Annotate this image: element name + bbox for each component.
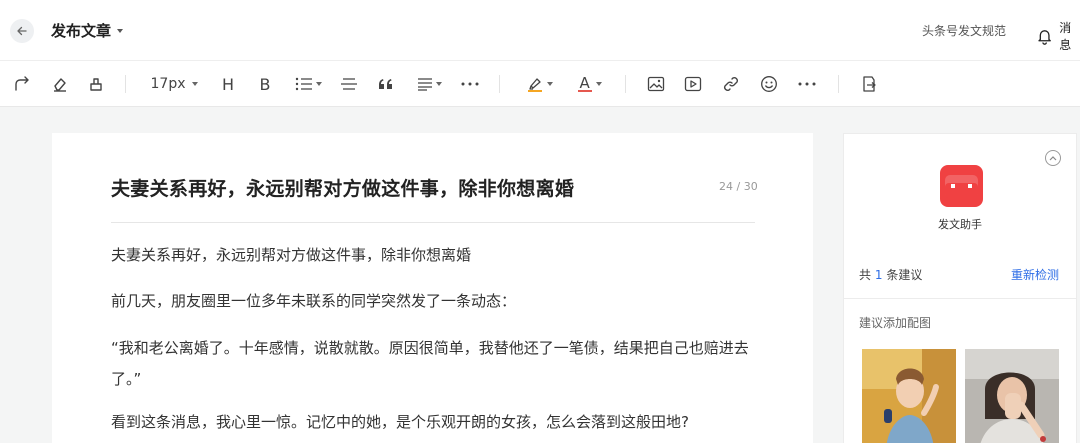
heading-icon: H (221, 74, 235, 94)
suggestion-count: 共 1 条建议 (859, 266, 922, 283)
more-insert-button[interactable] (796, 72, 818, 96)
toolbar-divider (499, 75, 500, 93)
suggested-image-thumbnail[interactable] (965, 349, 1059, 443)
publish-assistant-panel: 发文助手 共 1 条建议 重新检测 建议添加配图 (843, 133, 1077, 443)
import-document-button[interactable] (858, 72, 880, 96)
align-icon (417, 78, 432, 91)
article-paragraph[interactable]: 前几天，朋友圈里一位多年未联系的同学突然发了一条动态： (111, 286, 761, 317)
chevron-up-icon (1049, 156, 1057, 161)
title-char-counter: 24 / 30 (719, 180, 758, 193)
panel-divider (844, 298, 1076, 299)
suggest-images-label: 建议添加配图 (859, 316, 932, 330)
bell-icon (1038, 30, 1051, 45)
caret-down-icon (191, 82, 198, 86)
eraser-icon (54, 78, 66, 92)
more-dots-icon (461, 82, 479, 86)
toolbar-divider (625, 75, 626, 93)
caret-down-icon (435, 82, 442, 86)
suggested-image-thumbnail[interactable] (862, 349, 956, 443)
bold-icon: B (259, 74, 271, 94)
messages-label: 消息 (1059, 21, 1072, 52)
redo-button[interactable] (11, 72, 33, 96)
image-icon (647, 76, 665, 92)
text-color-icon: A (577, 74, 593, 94)
link-icon (724, 77, 738, 91)
bold-button[interactable]: B (255, 72, 275, 96)
align-button[interactable] (413, 72, 445, 96)
arrow-left-icon (17, 26, 27, 36)
title-divider (111, 222, 755, 223)
list-button[interactable] (292, 72, 324, 96)
insert-emoji-button[interactable] (758, 72, 780, 96)
back-button[interactable] (10, 19, 34, 43)
clear-format-button[interactable] (49, 72, 71, 96)
format-brush-icon (90, 78, 102, 91)
video-icon (684, 76, 702, 92)
font-size-select[interactable]: 17px (146, 72, 202, 96)
insert-video-button[interactable] (682, 72, 704, 96)
insert-image-button[interactable] (645, 72, 667, 96)
editor-toolbar: 17px H B A (0, 60, 1080, 107)
top-header: 发布文章 头条号发文规范 消息 (0, 0, 1080, 60)
suggestion-count-suffix: 条建议 (886, 268, 923, 282)
format-painter-button[interactable] (85, 72, 107, 96)
redo-icon (15, 76, 29, 91)
caret-down-icon (595, 82, 602, 86)
quote-icon (379, 79, 392, 89)
page-title-dropdown[interactable]: 发布文章 (51, 20, 124, 41)
assistant-logo-icon (940, 165, 983, 207)
recheck-button[interactable]: 重新检测 (1011, 266, 1059, 283)
collapse-panel-button[interactable] (1045, 150, 1061, 166)
divider-line-button[interactable] (339, 72, 359, 96)
font-size-value: 17px (150, 76, 186, 92)
highlight-button[interactable] (523, 72, 555, 96)
import-document-icon (863, 76, 876, 92)
text-color-button[interactable]: A (573, 72, 605, 96)
more-dots-icon (798, 82, 816, 86)
caret-down-icon (117, 28, 124, 33)
editor-paper: 夫妻关系再好，永远别帮对方做这件事，除非你想离婚 24 / 30 夫妻关系再好，… (52, 133, 813, 443)
toolbar-divider (838, 75, 839, 93)
bullet-list-icon (295, 77, 312, 91)
heading-button[interactable]: H (218, 72, 238, 96)
article-paragraph[interactable]: “我和老公离婚了。十年感情，说散就散。原因很简单，我替他还了一笔债，结果把自己也… (111, 333, 761, 395)
emoji-icon (761, 76, 777, 92)
publish-rules-link[interactable]: 头条号发文规范 (922, 22, 1006, 39)
page-title: 发布文章 (51, 22, 112, 40)
messages-button[interactable]: 消息 (1036, 19, 1080, 53)
horizontal-rule-icon (341, 78, 357, 90)
caret-down-icon (546, 82, 553, 86)
suggestion-count-prefix: 共 (859, 268, 872, 282)
suggestion-count-value: 1 (874, 268, 883, 282)
highlighter-icon (527, 78, 542, 92)
assistant-name: 发文助手 (938, 218, 982, 231)
toolbar-divider (125, 75, 126, 93)
article-paragraph[interactable]: 看到这条消息，我心里一惊。记忆中的她，是个乐观开朗的女孩，怎么会落到这般田地? (111, 407, 761, 438)
article-title-input[interactable]: 夫妻关系再好，永远别帮对方做这件事，除非你想离婚 (111, 174, 574, 201)
article-paragraph[interactable]: 夫妻关系再好，永远别帮对方做这件事，除非你想离婚 (111, 240, 761, 271)
caret-down-icon (315, 82, 322, 86)
insert-link-button[interactable] (720, 72, 742, 96)
quote-button[interactable] (375, 72, 395, 96)
more-format-button[interactable] (459, 72, 481, 96)
